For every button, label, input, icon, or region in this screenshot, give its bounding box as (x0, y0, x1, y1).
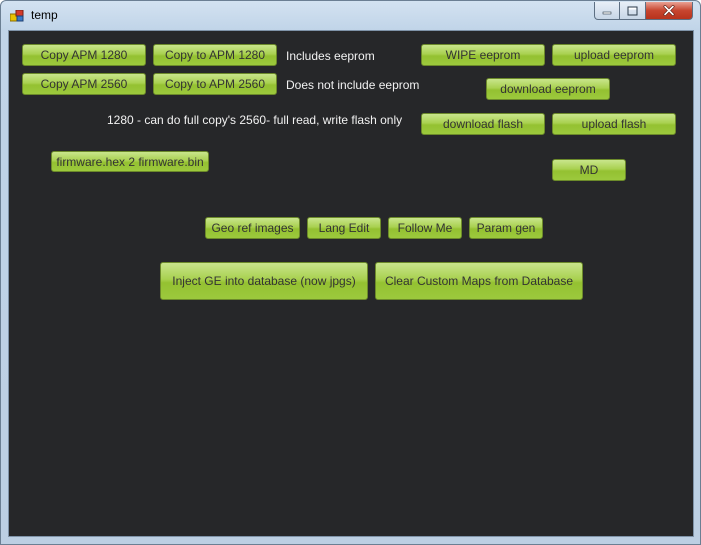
download-eeprom-button[interactable]: download eeprom (486, 78, 610, 100)
param-gen-button[interactable]: Param gen (469, 217, 543, 239)
copy-to-apm-1280-button[interactable]: Copy to APM 1280 (153, 44, 277, 66)
copy-apm-1280-button[interactable]: Copy APM 1280 (22, 44, 146, 66)
download-flash-button[interactable]: download flash (421, 113, 545, 135)
maximize-button[interactable] (620, 2, 646, 20)
copy-to-apm-2560-button[interactable]: Copy to APM 2560 (153, 73, 277, 95)
md-button[interactable]: MD (552, 159, 626, 181)
title-bar[interactable]: temp (1, 1, 700, 31)
firmware-hex-2-bin-button[interactable]: firmware.hex 2 firmware.bin (51, 151, 209, 172)
main-window: temp Copy APM 1280 Copy to APM 1280 Incl… (0, 0, 701, 545)
follow-me-button[interactable]: Follow Me (388, 217, 462, 239)
includes-eeprom-label: Includes eeprom (286, 49, 375, 63)
wipe-eeprom-button[interactable]: WIPE eeprom (421, 44, 545, 66)
close-icon (663, 5, 675, 16)
inject-ge-button[interactable]: Inject GE into database (now jpgs) (160, 262, 368, 300)
does-not-include-eeprom-label: Does not include eeprom (286, 78, 420, 92)
window-title: temp (31, 8, 58, 22)
upload-flash-button[interactable]: upload flash (552, 113, 676, 135)
lang-edit-button[interactable]: Lang Edit (307, 217, 381, 239)
app-icon (10, 10, 24, 22)
upload-eeprom-button[interactable]: upload eeprom (552, 44, 676, 66)
clear-custom-maps-button[interactable]: Clear Custom Maps from Database (375, 262, 583, 300)
client-area: Copy APM 1280 Copy to APM 1280 Includes … (8, 30, 694, 537)
copy-apm-2560-button[interactable]: Copy APM 2560 (22, 73, 146, 95)
capabilities-note-label: 1280 - can do full copy's 2560- full rea… (107, 113, 403, 127)
geo-ref-images-button[interactable]: Geo ref images (205, 217, 300, 239)
minimize-button[interactable] (594, 2, 620, 20)
minimize-icon (602, 11, 612, 14)
close-button[interactable] (646, 2, 693, 20)
maximize-icon (627, 6, 638, 15)
